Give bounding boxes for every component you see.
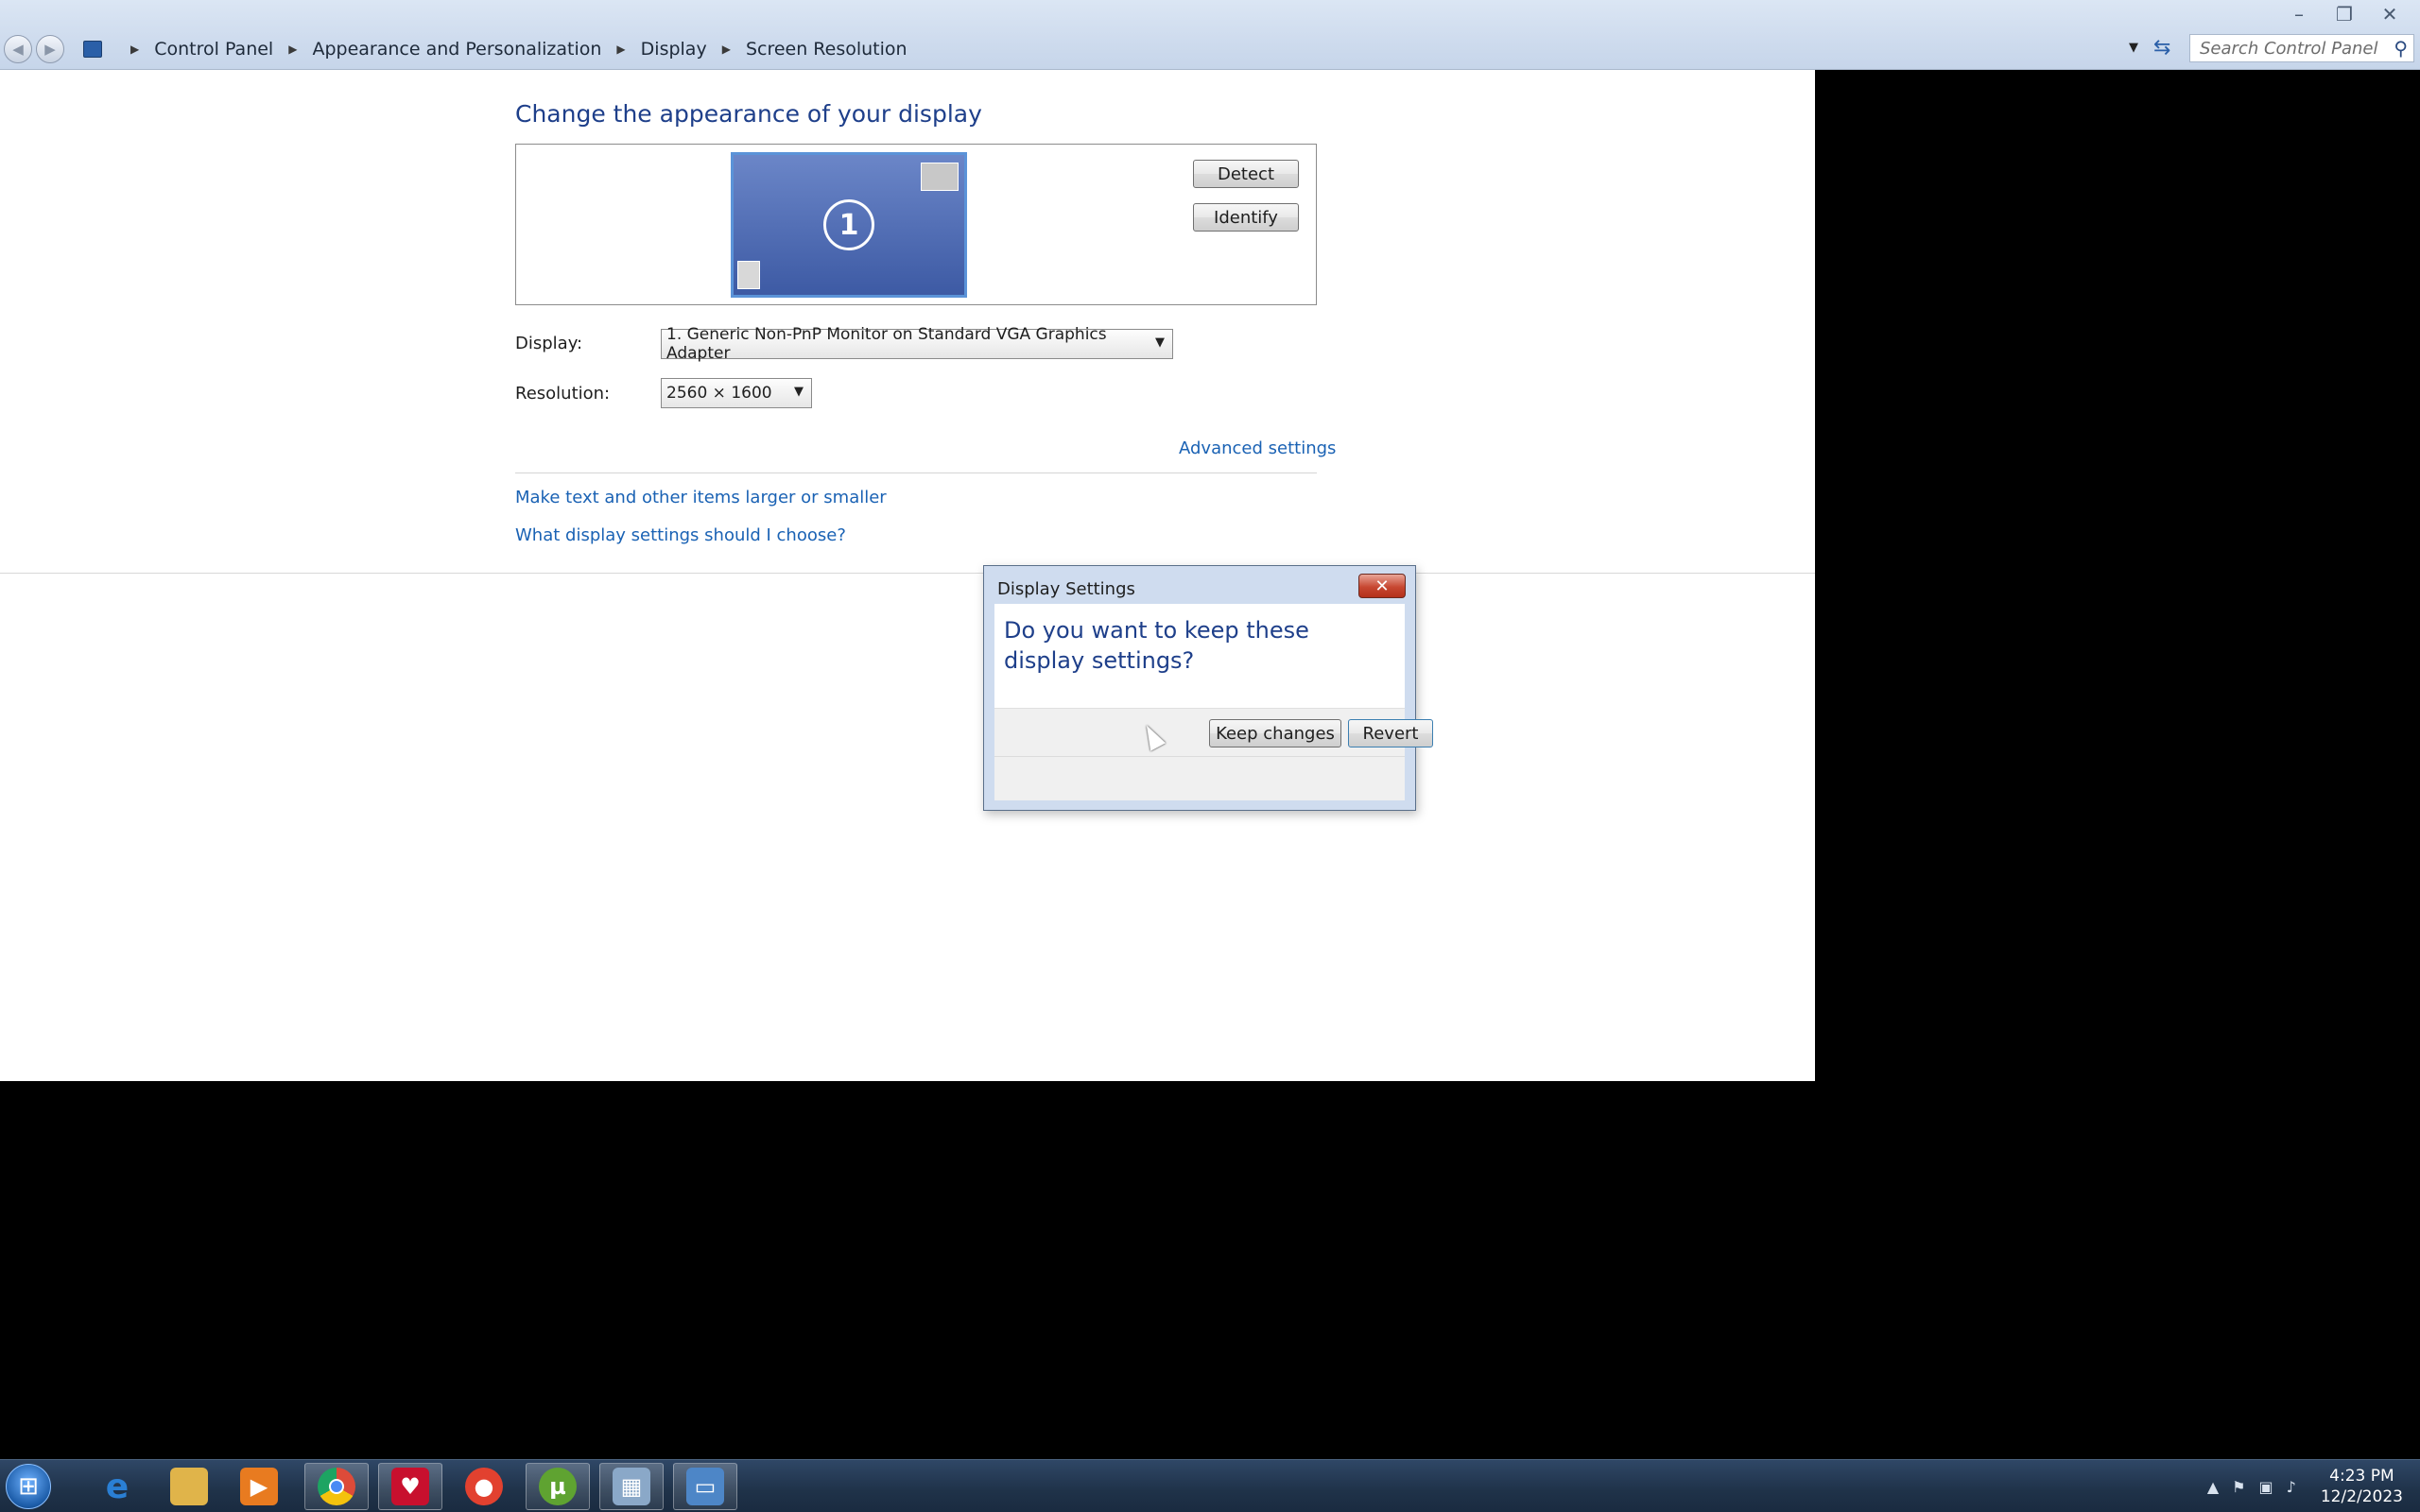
close-window-button[interactable]: ✕ (2369, 2, 2411, 26)
breadcrumb: ▶ Control Panel ▶ Appearance and Persona… (83, 36, 908, 62)
resolution-select-value: 2560 × 1600 (666, 384, 772, 403)
window-thumbnail-icon (921, 163, 959, 191)
dialog-footer-divider (994, 756, 1405, 757)
clock-date: 12/2/2023 (2320, 1487, 2403, 1506)
address-dropdown-icon[interactable]: ▼ (2129, 41, 2138, 55)
breadcrumb-screen-resolution[interactable]: Screen Resolution (746, 39, 908, 60)
resolution-label: Resolution: (515, 384, 611, 404)
show-hidden-icons-icon[interactable]: ▲ (2207, 1478, 2219, 1496)
dialog-title: Display Settings (997, 579, 1135, 599)
text-size-link[interactable]: Make text and other items larger or smal… (515, 488, 887, 507)
monitor-1-preview[interactable]: 1 (731, 152, 967, 298)
minimize-button[interactable]: – (2278, 2, 2320, 26)
taskbar-red-app[interactable]: ♥ (378, 1463, 442, 1510)
dialog-footer: Keep changes Revert (994, 708, 1433, 800)
search-input[interactable]: Search Control Panel ⚲ (2189, 34, 2414, 62)
heart-icon: ♥ (391, 1468, 429, 1505)
display-settings-icon: ▭ (686, 1468, 724, 1505)
taskbar: ⊞ e ▶ ♥ ● µ ▦ ▭ ▲ ⚑ ▣ ♪ 4:23 PM 12/2/202… (0, 1459, 2420, 1512)
network-icon[interactable]: ▣ (2258, 1478, 2273, 1496)
volume-muted-icon[interactable]: ♪ (2287, 1478, 2296, 1496)
taskbar-vpn-app[interactable]: ● (452, 1463, 516, 1510)
taskbar-calculator[interactable]: ▦ (599, 1463, 664, 1510)
lock-icon: ● (465, 1468, 503, 1505)
back-arrow-icon: ◀ (12, 41, 24, 58)
revert-button[interactable]: Revert (1348, 719, 1433, 747)
calculator-icon: ▦ (613, 1468, 650, 1505)
forward-button[interactable]: ▶ (36, 35, 64, 63)
display-label: Display: (515, 334, 583, 353)
dialog-body: Do you want to keep these display settin… (994, 604, 1405, 708)
keep-changes-button[interactable]: Keep changes (1209, 719, 1341, 747)
breadcrumb-arrow-icon[interactable]: ▶ (616, 43, 625, 56)
display-settings-dialog: Display Settings ✕ Do you want to keep t… (983, 565, 1433, 811)
computer-thumbnail-icon (737, 261, 760, 289)
monitor-number-badge: 1 (823, 199, 874, 250)
taskbar-media-player[interactable]: ▶ (227, 1463, 291, 1510)
windows-logo-icon: ⊞ (18, 1472, 39, 1501)
breadcrumb-arrow-icon[interactable]: ▶ (722, 43, 731, 56)
breadcrumb-display[interactable]: Display (641, 39, 707, 60)
identify-button[interactable]: Identify (1193, 203, 1299, 232)
address-tools: ▼ ⇆ (2129, 36, 2170, 60)
control-panel-icon (83, 41, 102, 58)
taskbar-internet-explorer[interactable]: e (85, 1463, 149, 1510)
monitor-preview-panel: 1 Detect Identify (515, 144, 1317, 305)
clock[interactable]: 4:23 PM 12/2/2023 (2321, 1466, 2403, 1507)
search-icon[interactable]: ⚲ (2394, 37, 2408, 60)
resolution-select[interactable]: 2560 × 1600 ▼ (661, 378, 812, 408)
advanced-settings-link[interactable]: Advanced settings (1179, 438, 1336, 458)
taskbar-chrome[interactable] (304, 1463, 369, 1510)
address-bar-area: – ❐ ✕ ◀ ▶ ▶ Control Panel ▶ Appearance a… (0, 0, 2420, 70)
search-placeholder: Search Control Panel (2200, 38, 2378, 59)
restore-button[interactable]: ❐ (2324, 2, 2365, 26)
detect-button[interactable]: Detect (1193, 160, 1299, 188)
taskbar-utorrent[interactable]: µ (526, 1463, 590, 1510)
display-select[interactable]: 1. Generic Non-PnP Monitor on Standard V… (661, 325, 1173, 363)
refresh-icon[interactable]: ⇆ (2153, 36, 2170, 60)
main-content: Change the appearance of your display 1 … (0, 70, 1815, 1081)
action-center-icon[interactable]: ⚑ (2232, 1478, 2245, 1496)
breadcrumb-arrow-icon[interactable]: ▶ (288, 43, 297, 56)
dialog-question: Do you want to keep these display settin… (1004, 617, 1309, 674)
display-help-link[interactable]: What display settings should I choose? (515, 525, 846, 545)
utorrent-icon: µ (539, 1468, 577, 1505)
window-controls: – ❐ ✕ (2278, 2, 2411, 26)
breadcrumb-appearance[interactable]: Appearance and Personalization (312, 39, 601, 60)
breadcrumb-arrow-icon[interactable]: ▶ (130, 43, 139, 56)
divider (515, 472, 1317, 473)
internet-explorer-icon: e (105, 1467, 130, 1506)
taskbar-control-panel[interactable]: ▭ (673, 1463, 737, 1510)
section-divider (0, 573, 1815, 574)
display-select-value: 1. Generic Non-PnP Monitor on Standard V… (666, 325, 1107, 363)
forward-arrow-icon: ▶ (44, 41, 56, 58)
dialog-close-button[interactable]: ✕ (1358, 574, 1406, 598)
clock-time: 4:23 PM (2329, 1467, 2394, 1486)
system-tray: ▲ ⚑ ▣ ♪ 4:23 PM 12/2/2023 (2207, 1466, 2403, 1507)
play-icon: ▶ (240, 1468, 278, 1505)
page-title: Change the appearance of your display (515, 100, 982, 128)
chrome-icon (318, 1468, 355, 1505)
chevron-down-icon: ▼ (794, 385, 804, 399)
start-button[interactable]: ⊞ (6, 1464, 51, 1509)
taskbar-file-explorer[interactable] (157, 1463, 221, 1510)
chevron-down-icon: ▼ (1155, 335, 1165, 350)
back-button[interactable]: ◀ (4, 35, 32, 63)
breadcrumb-control-panel[interactable]: Control Panel (154, 39, 273, 60)
folder-icon (170, 1468, 208, 1505)
close-icon: ✕ (1374, 576, 1390, 596)
